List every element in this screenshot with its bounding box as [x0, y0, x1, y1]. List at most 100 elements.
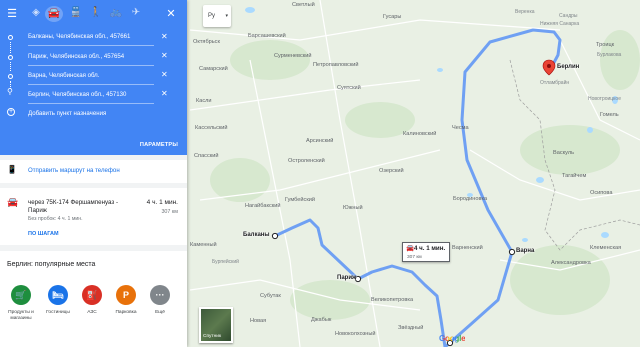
hotel-icon: 🛏 — [48, 285, 68, 305]
place-label: Бурпейский — [212, 259, 239, 265]
place-label: Спасский — [194, 153, 219, 159]
section-divider — [0, 245, 187, 251]
swap-icon[interactable]: ✕ — [161, 70, 168, 79]
satellite-toggle[interactable]: Спутник — [199, 307, 233, 343]
car-mode-icon[interactable]: 🚘 — [45, 6, 63, 22]
stop-text: Берлин, Челябинская обл., 457130 — [28, 91, 127, 98]
gas-station-icon: ⛽ — [82, 285, 102, 305]
route-connector — [10, 62, 11, 71]
swap-icon[interactable]: ✕ — [161, 32, 168, 41]
walk-icon[interactable]: 🚶 — [88, 7, 104, 18]
place-label: Гусары — [383, 14, 402, 20]
stop-field[interactable]: Берлин, Челябинская обл., 457130 — [28, 88, 154, 104]
place-label: Бурлакова — [597, 52, 622, 58]
section-divider — [0, 155, 187, 160]
place-label: Сандры — [559, 13, 578, 19]
map-label-varna[interactable]: Варна — [516, 248, 534, 254]
parking-icon: P — [116, 285, 136, 305]
place-label: Васкуль — [553, 150, 575, 156]
directions-header: ☰ ◈ 🚘 🚆 🚶 🚲 ✈ ✕ Балканы, Челябинская обл… — [0, 0, 187, 155]
place-label: Тагайчем — [562, 173, 587, 179]
route-distance: 307 км — [161, 209, 178, 215]
route-option-card[interactable]: 🚘 через 75К-174 Фершампенуаз - Париж 4 ч… — [0, 192, 187, 242]
add-destination-link[interactable]: Добавить пункт назначения — [28, 110, 106, 117]
place-label: Субутак — [260, 293, 281, 299]
section-divider — [0, 183, 187, 188]
category-hotels[interactable]: 🛏 Гостиницы — [40, 285, 76, 316]
close-icon[interactable]: ✕ — [163, 7, 179, 20]
place-label: Великопетровка — [371, 297, 414, 303]
waypoint-balkany[interactable] — [271, 232, 279, 240]
place-label: Самарский — [199, 66, 228, 72]
options-button[interactable]: ПАРАМЕТРЫ — [140, 142, 178, 148]
place-label: Варненский — [452, 245, 483, 251]
waypoint-varna[interactable] — [508, 248, 516, 256]
best-route-icon[interactable]: ◈ — [28, 7, 44, 18]
destination-pin-icon: ⚲ — [7, 87, 13, 96]
category-gas[interactable]: ⛽ АЗС — [74, 285, 110, 316]
place-label: Новоколхозный — [335, 331, 376, 337]
place-label: Барсашевский — [248, 33, 286, 39]
waypoint-dot-icon — [8, 55, 13, 60]
place-label: Отламбрайн — [540, 80, 570, 86]
send-to-phone-row[interactable]: 📱 Отправить маршрут на телефон — [0, 165, 187, 179]
map-label-parizh[interactable]: Париж — [337, 275, 356, 281]
place-label: Гомель — [600, 112, 619, 118]
flight-icon[interactable]: ✈ — [128, 7, 144, 18]
place-label: Октябрьск — [193, 39, 220, 45]
swap-icon[interactable]: ✕ — [161, 51, 168, 60]
waypoint-dot-icon — [8, 74, 13, 79]
place-label: Новая — [250, 318, 267, 324]
place-label: Нагайбакский — [245, 203, 281, 209]
category-label: Продукты и магазины — [8, 310, 34, 321]
send-to-phone-link[interactable]: Отправить маршрут на телефон — [28, 167, 120, 174]
category-label: АЗС — [87, 310, 97, 315]
steps-link[interactable]: ПО ШАГАМ — [28, 231, 59, 237]
place-label: Бородиновка — [453, 196, 488, 202]
place-label: Светлый — [292, 2, 315, 8]
place-label: Арсинский — [306, 138, 334, 144]
swap-icon[interactable]: ✕ — [161, 89, 168, 98]
route-connector — [10, 42, 11, 53]
place-label: Суятский — [337, 85, 361, 91]
category-groceries[interactable]: 🛒 Продукты и магазины — [3, 285, 39, 322]
chevron-down-icon: ▾ — [225, 13, 228, 19]
satellite-label: Спутник — [203, 334, 222, 339]
place-label: Клеменская — [590, 245, 622, 251]
place-label: Сурменевский — [274, 53, 312, 59]
map-label-balkany[interactable]: Балканы — [243, 232, 270, 238]
stop-field[interactable]: Париж, Челябинская обл., 457654 — [28, 50, 154, 66]
phone-icon: 📱 — [7, 165, 17, 174]
popular-places-title: Берлин: популярные места — [7, 261, 96, 268]
stop-text: Варна, Челябинская обл. — [28, 72, 100, 79]
category-label: Парковка — [115, 310, 137, 315]
stop-field[interactable]: Варна, Челябинская обл. — [28, 69, 154, 85]
category-label: Ещё — [155, 310, 165, 315]
category-parking[interactable]: P Парковка — [108, 285, 144, 316]
google-logo: Google — [439, 334, 466, 343]
menu-icon[interactable]: ☰ — [4, 7, 20, 20]
stop-field[interactable]: Балканы, Челябинская обл., 457661 — [28, 30, 154, 46]
place-label: Калиновский — [403, 131, 437, 137]
place-label: Веренка — [515, 9, 535, 15]
place-label: Осипова — [590, 190, 613, 196]
bike-icon[interactable]: 🚲 — [108, 7, 124, 18]
route-bubble-time: 4 ч. 1 мин. — [414, 245, 446, 252]
place-label: Чесма — [452, 125, 469, 131]
add-destination-icon[interactable]: + — [7, 108, 15, 116]
place-label: Каменный — [190, 242, 217, 248]
place-label: Гумбейский — [285, 197, 316, 203]
more-icon: ··· — [150, 285, 170, 305]
transit-icon[interactable]: 🚆 — [68, 7, 84, 18]
map-label-berlin[interactable]: Берлин — [557, 64, 579, 70]
place-label: Остроленский — [288, 158, 325, 164]
route-time-bubble[interactable]: 🚘 4 ч. 1 мин. 307 км — [402, 242, 450, 262]
car-icon: 🚘 — [7, 197, 19, 207]
language-tab-label: Ру — [208, 13, 216, 19]
stop-text: Балканы, Челябинская обл., 457661 — [28, 33, 131, 40]
category-more[interactable]: ··· Ещё — [142, 285, 178, 316]
cart-icon: 🛒 — [11, 285, 31, 305]
place-label: Касли — [196, 98, 212, 104]
language-tab-select[interactable]: Ру ▾ — [203, 5, 231, 27]
place-label: Южный — [343, 205, 363, 211]
